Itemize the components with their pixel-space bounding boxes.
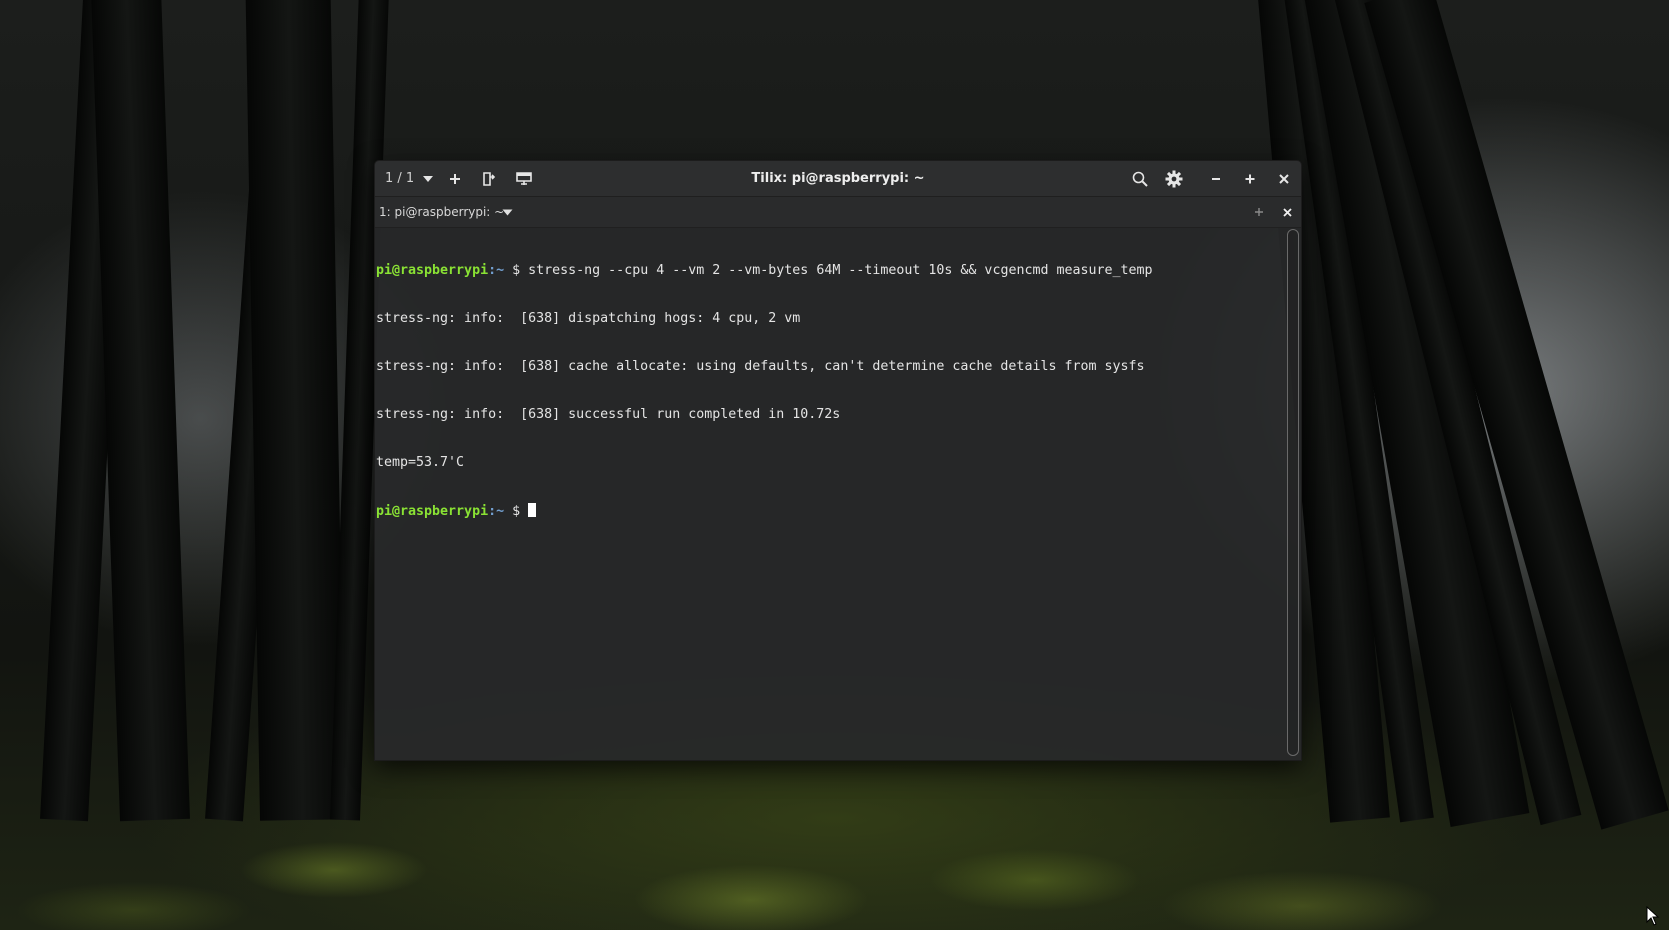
- close-icon: [1279, 173, 1289, 184]
- prompt-user: pi@raspberrypi: [376, 263, 489, 278]
- maximize-button[interactable]: [1235, 161, 1265, 196]
- close-icon: [1282, 207, 1292, 217]
- terminal-scrollbar[interactable]: [1287, 229, 1299, 756]
- search-icon: [1132, 171, 1148, 187]
- terminal-window: 1 / 1 Tilix: pi@raspberrypi: ~ 1: pi@ras…: [375, 161, 1301, 760]
- maximize-icon: [1245, 174, 1255, 183]
- add-terminal-button[interactable]: [442, 161, 468, 196]
- close-window-button[interactable]: [1269, 161, 1299, 196]
- new-window-button[interactable]: [509, 161, 539, 196]
- search-button[interactable]: [1125, 161, 1155, 196]
- plus-icon: [450, 173, 460, 184]
- prompt-sign: $: [504, 504, 529, 519]
- plus-icon: [1255, 208, 1263, 216]
- terminal-menu-button[interactable]: [497, 197, 517, 227]
- output-line: stress-ng: info: [638] dispatching hogs:…: [376, 311, 801, 326]
- split-icon: [483, 171, 496, 186]
- mouse-pointer-icon: [1646, 906, 1660, 926]
- command-text: stress-ng --cpu 4 --vm 2 --vm-bytes 64M …: [528, 263, 1153, 278]
- output-line: stress-ng: info: [638] cache allocate: u…: [376, 359, 1145, 374]
- window-titlebar[interactable]: 1 / 1 Tilix: pi@raspberrypi: ~: [375, 161, 1301, 197]
- settings-button[interactable]: [1158, 161, 1190, 196]
- command-line: pi@raspberrypi:~ $ stress-ng --cpu 4 --v…: [376, 263, 1285, 279]
- gear-icon: [1165, 170, 1183, 187]
- session-dropdown-button[interactable]: [415, 161, 441, 196]
- chevron-down-icon: [502, 209, 512, 215]
- maximize-terminal-button[interactable]: [1249, 197, 1269, 227]
- prompt-path: :~: [488, 263, 505, 278]
- minimize-button[interactable]: [1201, 161, 1231, 196]
- chevron-down-icon: [423, 175, 433, 182]
- output-line: temp=53.7'C: [376, 455, 465, 470]
- prompt-path: :~: [488, 504, 505, 519]
- prompt-sign: $: [504, 263, 529, 278]
- close-terminal-button[interactable]: [1277, 197, 1297, 227]
- terminal-tab-title[interactable]: 1: pi@raspberrypi: ~: [379, 197, 504, 227]
- text-cursor: [528, 503, 537, 517]
- prompt-user: pi@raspberrypi: [376, 504, 489, 519]
- output-line: stress-ng: info: [638] successful run co…: [376, 407, 841, 422]
- window-icon: [516, 171, 532, 185]
- terminal-output[interactable]: pi@raspberrypi:~ $ stress-ng --cpu 4 --v…: [375, 227, 1285, 760]
- active-prompt-line[interactable]: pi@raspberrypi:~ $: [376, 503, 1285, 519]
- terminal-tab-bar: 1: pi@raspberrypi: ~: [375, 197, 1301, 228]
- split-terminal-button[interactable]: [475, 161, 503, 196]
- minimize-icon: [1212, 177, 1220, 180]
- session-count: 1 / 1: [385, 171, 415, 186]
